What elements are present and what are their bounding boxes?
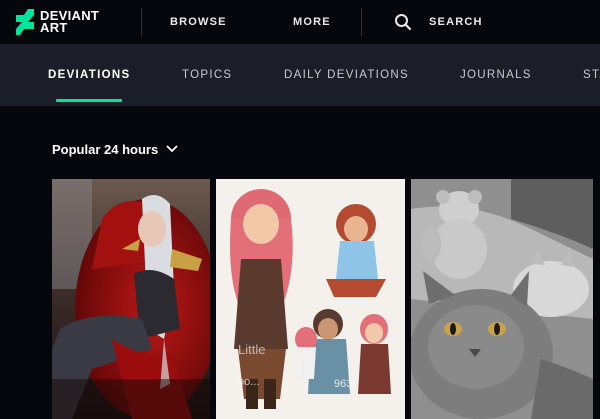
search-label[interactable]: SEARCH	[429, 16, 483, 28]
logo-wordmark: DEVIANT ART	[40, 8, 100, 35]
header-divider	[361, 8, 362, 36]
watermark-count: 963	[334, 378, 352, 390]
more-link[interactable]: MORE	[293, 16, 331, 28]
deviantart-logo-icon	[16, 9, 34, 35]
section-tabs: DEVIATIONS TOPICS DAILY DEVIATIONS JOURN…	[0, 44, 600, 106]
watermark-text: oo...	[238, 376, 259, 388]
deviantart-logo[interactable]: DEVIANT ART	[14, 9, 114, 37]
artwork-image	[411, 179, 593, 419]
deviation-thumbnail[interactable]	[411, 179, 593, 419]
artwork-image	[52, 179, 210, 419]
active-tab-indicator	[56, 99, 122, 102]
chevron-down-icon	[166, 145, 178, 153]
tab-status[interactable]: STA	[583, 69, 600, 81]
tab-topics[interactable]: TOPICS	[182, 69, 232, 81]
tab-deviations[interactable]: DEVIATIONS	[48, 69, 130, 81]
tab-journals[interactable]: JOURNALS	[460, 69, 532, 81]
header-divider	[141, 8, 142, 36]
watermark-text: Little	[238, 342, 265, 357]
sort-dropdown[interactable]: Popular 24 hours	[52, 140, 178, 158]
deviations-feed: Popular 24 hours Little oo... 963	[0, 106, 600, 419]
browse-link[interactable]: BROWSE	[170, 16, 227, 28]
deviation-thumbnail[interactable]	[52, 179, 210, 419]
search-icon[interactable]	[394, 13, 412, 31]
tab-daily-deviations[interactable]: DAILY DEVIATIONS	[284, 69, 409, 81]
sort-label: Popular 24 hours	[52, 141, 159, 157]
artwork-image: Little oo... 963	[216, 179, 405, 419]
deviation-thumbnail[interactable]: Little oo... 963	[216, 179, 405, 419]
top-header: DEVIANT ART BROWSE MORE SEARCH	[0, 0, 600, 44]
